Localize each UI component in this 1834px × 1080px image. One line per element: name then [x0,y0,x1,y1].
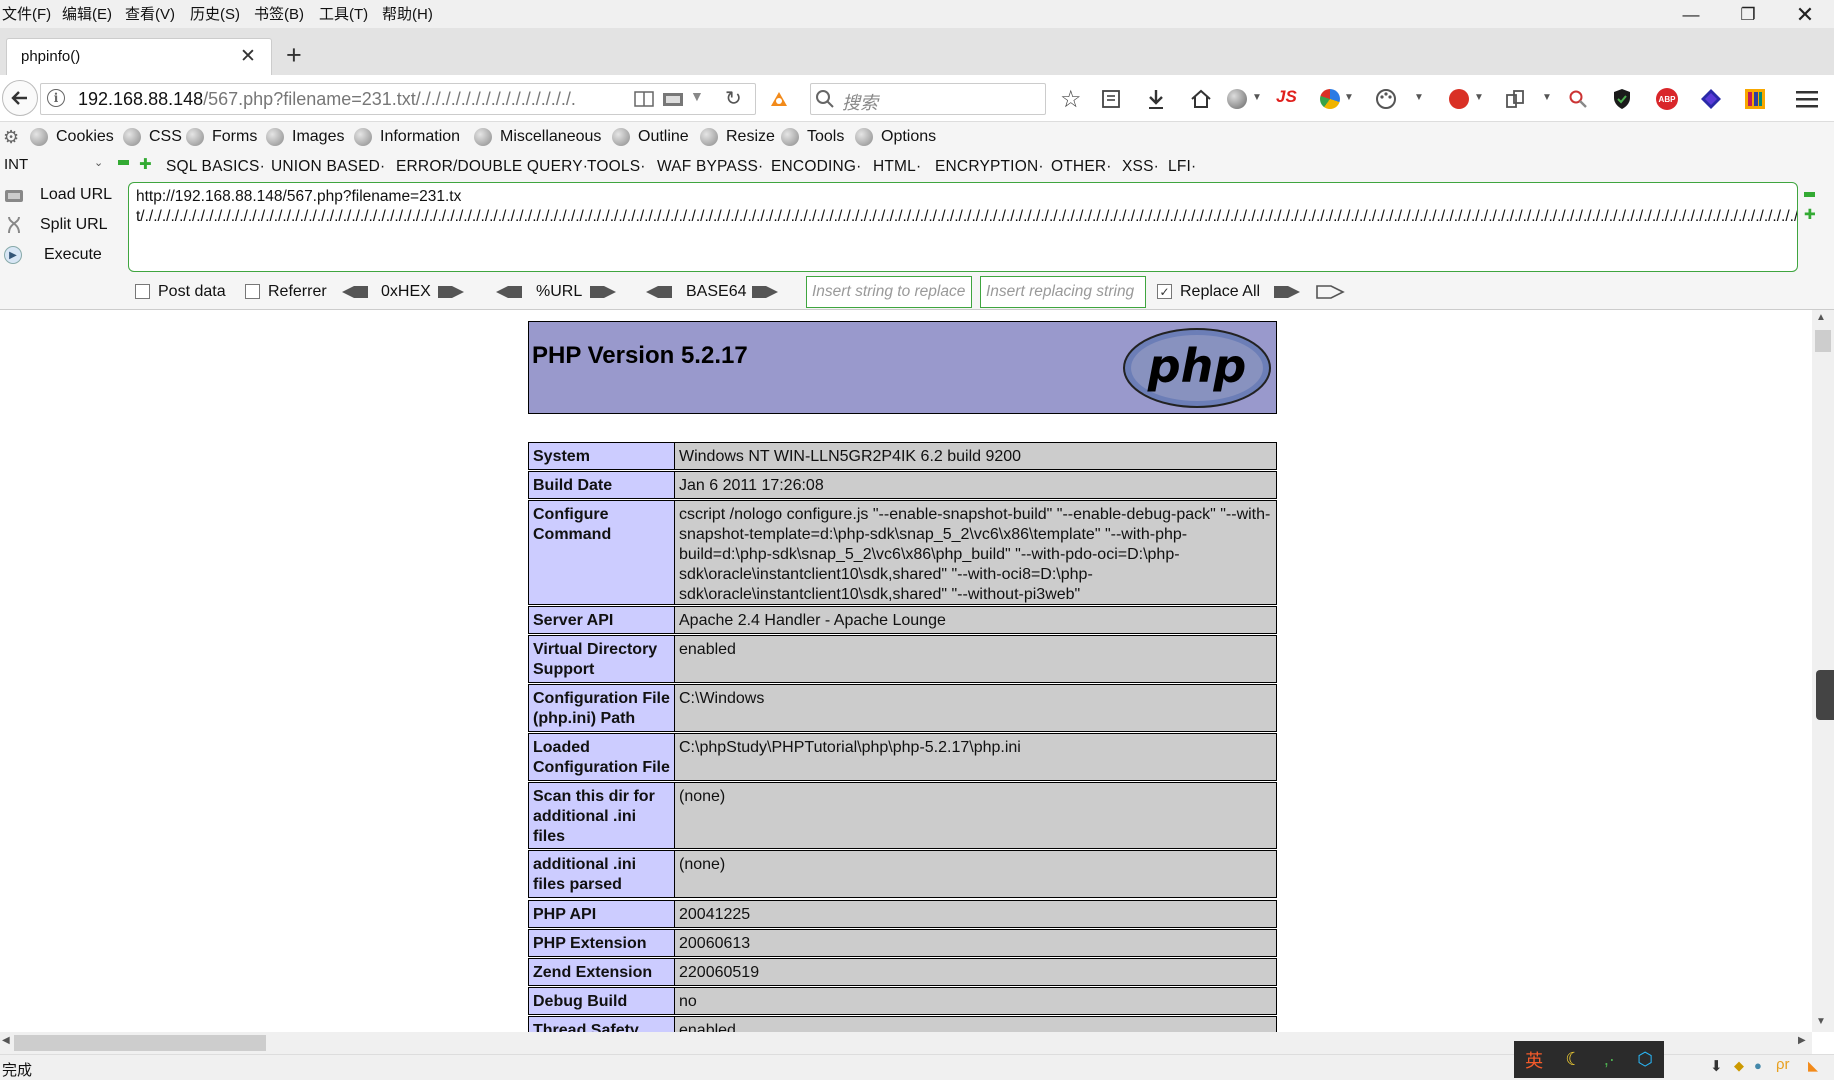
table-row: Scan this dir for additional .ini files(… [528,782,1277,849]
scroll-up-icon[interactable]: ▲ [1816,312,1826,323]
table-row-value: enabled [675,1016,1277,1032]
table-row-key: Thread Safety [528,1016,675,1032]
ime-language[interactable]: 英 [1525,1047,1543,1073]
settings-hex-icon[interactable]: ⬡ [1637,1049,1653,1070]
table-row-key: PHP Extension [528,929,675,957]
table-row: Loaded Configuration File C:\phpStudy\PHP… [528,733,1277,781]
fox-tray-icon[interactable]: ◣ [1808,1058,1818,1074]
vertical-scroll-thumb[interactable] [1815,330,1831,352]
table-row: Virtual Directory Support enabled [528,635,1277,683]
table-row-value: enabled [675,635,1277,683]
scroll-right-icon[interactable]: ▶ [1798,1035,1806,1046]
table-row-value: C:\phpStudy\PHPTutorial\php\php-5.2.17\p… [675,733,1277,781]
table-row: System Windows NT WIN-LLN5GR2P4IK 6.2 bui… [528,442,1277,470]
punctuation-icon[interactable]: ,· [1604,1049,1615,1070]
table-row-key: Build Date [528,471,675,499]
tray-icon[interactable]: ◆ [1734,1058,1744,1074]
table-row: Zend Extension 220060519 [528,958,1277,986]
ime-toolbar[interactable]: 英 ☾ ,· ⬡ [1514,1041,1664,1078]
table-row-value: no [675,987,1277,1015]
tray-icon[interactable]: ρr [1776,1056,1790,1073]
table-row-key: Debug Build [528,987,675,1015]
table-row-key: Loaded Configuration File [528,733,675,781]
table-row: Thread Safety enabled [528,1016,1277,1032]
table-row: Configuration File (php.ini) Path C:\Wind… [528,684,1277,732]
table-row-key: Server API [528,606,675,634]
moon-icon[interactable]: ☾ [1565,1049,1581,1070]
download-status-icon[interactable]: ⬇ [1710,1057,1723,1075]
side-widget[interactable] [1816,670,1834,720]
table-row-key: Configuration File (php.ini) Path [528,684,675,732]
table-row-key: additional .ini files parsed [528,850,675,898]
php-info-table: System Windows NT WIN-LLN5GR2P4IK 6.2 bui… [0,0,1812,1032]
status-text: 完成 [2,1062,33,1079]
table-row-key: Configure Command [528,500,675,605]
table-row-value: 220060519 [675,958,1277,986]
table-row-value: Windows NT WIN-LLN5GR2P4IK 6.2 build 920… [675,442,1277,470]
table-row-value: (none) [675,850,1277,898]
table-row-value: Apache 2.4 Handler - Apache Lounge [675,606,1277,634]
table-row-value: 20060613 [675,929,1277,957]
table-row: Debug Build no [528,987,1277,1015]
table-row-value: cscript /nologo configure.js "--enable-s… [675,500,1277,605]
table-row-value: (none) [675,782,1277,849]
table-row-value: 20041225 [675,900,1277,928]
tray-icon[interactable]: ● [1754,1058,1762,1073]
table-row-key: PHP API [528,900,675,928]
table-row: Configure Command cscript /nologo configu… [528,500,1277,605]
table-row: PHP API 20041225 [528,900,1277,928]
table-row: Server API Apache 2.4 Handler - Apache Lo… [528,606,1277,634]
table-row-key: Scan this dir for additional .ini files [528,782,675,849]
scroll-left-icon[interactable]: ◀ [2,1035,10,1046]
horizontal-scroll-thumb[interactable] [14,1035,266,1051]
table-row: additional .ini files parsed (none) [528,850,1277,898]
table-row-key: Virtual Directory Support [528,635,675,683]
table-row: Build Date Jan 6 2011 17:26:08 [528,471,1277,499]
table-row-value: Jan 6 2011 17:26:08 [675,471,1277,499]
table-row-key: System [528,442,675,470]
scroll-down-icon[interactable]: ▼ [1816,1016,1826,1027]
table-row-value: C:\Windows [675,684,1277,732]
table-row-key: Zend Extension [528,958,675,986]
table-row: PHP Extension 20060613 [528,929,1277,957]
